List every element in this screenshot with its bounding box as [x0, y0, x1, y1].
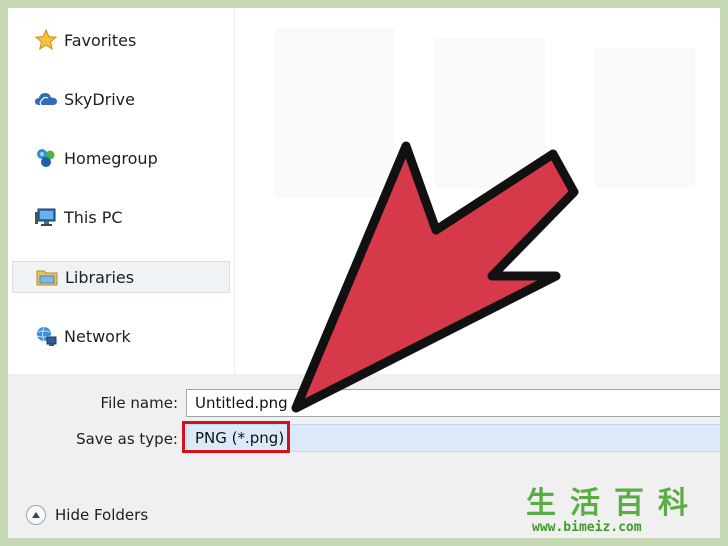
watermark-chars: 生活百科 [526, 486, 702, 521]
pointer-arrow-icon [291, 141, 579, 413]
watermark: 生活百科 www.bimeiz.com [526, 478, 720, 535]
watermark-url: www.bimeiz.com [532, 520, 642, 535]
save-dialog: Favorites SkyDrive Homegroup This PC Lib… [8, 8, 720, 538]
